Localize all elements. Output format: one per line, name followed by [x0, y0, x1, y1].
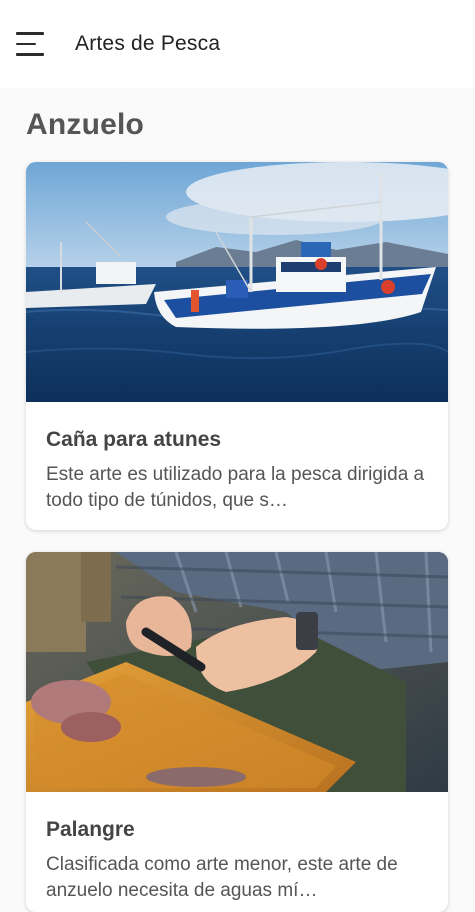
tuna-boat-photo [26, 162, 448, 402]
longline-bait-photo [26, 552, 448, 792]
section-title: Anzuelo [26, 108, 145, 141]
fishing-gear-card[interactable]: Palangre Clasificada como arte menor, es… [26, 552, 448, 912]
hamburger-menu-icon[interactable] [16, 32, 46, 56]
card-description: Este arte es utilizado para la pesca dir… [46, 464, 425, 511]
card-title: Caña para atunes [46, 428, 222, 451]
app-bar: Artes de Pesca [0, 0, 475, 88]
fishing-gear-card[interactable]: Caña para atunes Este arte es utilizado … [26, 162, 448, 530]
app-title: Artes de Pesca [75, 32, 221, 55]
card-description: Clasificada como arte menor, este arte d… [46, 854, 398, 901]
card-title: Palangre [46, 818, 135, 841]
